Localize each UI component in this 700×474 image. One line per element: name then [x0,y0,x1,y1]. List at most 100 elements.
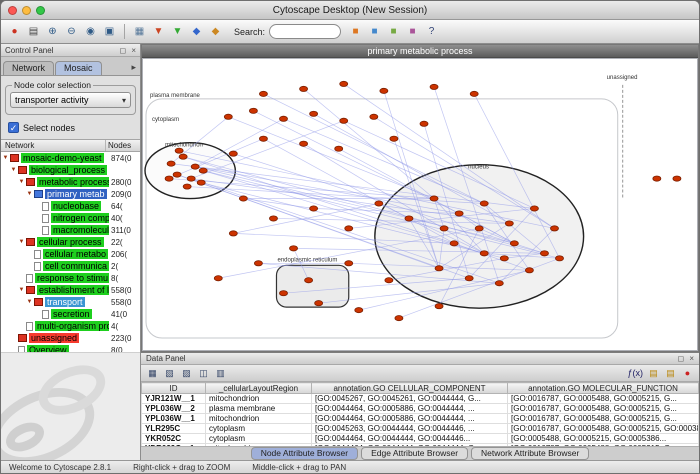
network-node[interactable] [167,161,175,166]
expander-icon[interactable]: ▼ [17,287,26,293]
network-node[interactable] [335,146,343,151]
zoom-fit-icon[interactable]: ▣ [101,23,118,40]
table-cell[interactable]: YLR295C [142,424,206,434]
network-node[interactable] [375,201,383,206]
expander-icon[interactable]: ▼ [25,299,34,305]
network-node[interactable] [345,261,353,266]
tree-row[interactable]: cell communica2( [1,260,140,272]
tree-row[interactable]: ▼metabolic process280(0 [1,176,140,188]
network-node[interactable] [475,226,483,231]
network-node[interactable] [505,221,513,226]
network-node[interactable] [197,180,205,185]
table-cell[interactable]: plasma membrane [206,404,312,414]
mosaic-icon[interactable]: ■ [347,23,364,40]
network-node[interactable] [405,216,413,221]
network-node[interactable] [175,148,183,153]
network-node[interactable] [345,226,353,231]
network-node[interactable] [179,154,187,159]
expander-icon[interactable]: ▼ [25,191,34,197]
network-node[interactable] [420,121,428,126]
network-node[interactable] [224,114,232,119]
network-node[interactable] [305,278,313,283]
network-node[interactable] [279,116,287,121]
network-node[interactable] [165,176,173,181]
network-node[interactable] [430,196,438,201]
network-node[interactable] [495,281,503,286]
table-import-icon[interactable]: ▼ [169,23,186,40]
minimize-window-button[interactable] [22,6,31,15]
table-cell[interactable]: [GO:0016787, GO:0005488, GO:0005215, G..… [508,414,699,424]
network-node[interactable] [259,136,267,141]
table-row[interactable]: YKR052Ccytoplasm[GO:0044464, GO:0044444,… [142,434,699,444]
table-cell[interactable]: YKR052C [142,434,206,444]
tree-row[interactable]: ▼biological_process [1,164,140,176]
tree-row[interactable]: secretion41(0 [1,308,140,320]
expander-icon[interactable]: ▼ [1,155,10,161]
select-attributes-icon[interactable]: ▦ [145,366,160,380]
expander-icon[interactable]: ▼ [17,179,26,185]
table-cell[interactable]: [GO:0044464, GO:0044444, GO:0044446... [312,434,508,444]
zoom-selected-icon[interactable]: ◉ [82,23,99,40]
session-icon[interactable]: ● [6,23,23,40]
plugin-c-icon[interactable]: ■ [404,23,421,40]
close-icon[interactable]: × [689,354,694,363]
table-row[interactable]: YJR121W__1mitochondrion[GO:0045267, GO:0… [142,394,699,404]
network-node[interactable] [530,206,538,211]
table-cell[interactable]: YPL036W__1 [142,414,206,424]
network-node[interactable] [555,256,563,261]
table-row[interactable]: YPL036W__1mitochondrion[GO:0044464, GO:0… [142,414,699,424]
network-node[interactable] [450,241,458,246]
table-cell[interactable]: [GO:0016787, GO:0005488, GO:0005215, GO:… [508,424,699,434]
table-row[interactable]: YLR295Ccytoplasm[GO:0045263, GO:0044444,… [142,424,699,434]
node-color-dropdown[interactable]: transporter activity ▾ [10,92,131,108]
network-node[interactable] [310,111,318,116]
network-node[interactable] [500,256,508,261]
float-icon[interactable]: ◻ [119,46,126,55]
tree-row[interactable]: unassigned223(0 [1,332,140,344]
tree-row[interactable]: multi-organism pro4( [1,320,140,332]
tree-row[interactable]: ▼primary metab209(0 [1,188,140,200]
table-row[interactable]: YPL036W__2plasma membrane[GO:0044464, GO… [142,404,699,414]
network-node[interactable] [183,184,191,189]
table-cell[interactable]: [GO:0016787, GO:0005488, GO:0005215, G..… [508,404,699,414]
network-canvas[interactable]: plasma membrane cytoplasm mitochondrion … [143,59,697,350]
network-node[interactable] [315,301,323,306]
network-node[interactable] [395,316,403,321]
tree-row[interactable]: ▼establishment of lo558(0 [1,284,140,296]
network-node[interactable] [187,176,195,181]
tree-row[interactable]: nucleobase64( [1,200,140,212]
network-node[interactable] [435,266,443,271]
table-cell[interactable]: mitochondrion [206,394,312,404]
close-window-button[interactable] [8,6,17,15]
network-node[interactable] [355,308,363,313]
table-cell[interactable]: mitochondrion [206,414,312,424]
trash-icon[interactable]: ▥ [213,366,228,380]
select-nodes-checkbox[interactable]: ✓ [8,122,19,133]
network-node[interactable] [239,196,247,201]
network-node[interactable] [269,216,277,221]
network-node[interactable] [470,91,478,96]
network-node[interactable] [191,164,199,169]
table-cell[interactable]: [GO:0045263, GO:0044444, GO:0044446, ... [312,424,508,434]
table-cell[interactable]: YJR121W__1 [142,394,206,404]
help-icon[interactable]: ? [423,23,440,40]
network-node[interactable] [300,86,308,91]
network-node[interactable] [229,231,237,236]
network-node[interactable] [465,276,473,281]
tree-row[interactable]: cellular metabo206( [1,248,140,260]
network-node[interactable] [550,226,558,231]
column-header[interactable]: annotation.GO MOLECULAR_FUNCTION [508,383,699,394]
network-node[interactable] [480,201,488,206]
vizmapper-icon[interactable]: ◆ [207,23,224,40]
clear-table-icon[interactable]: ● [680,366,695,380]
column-header[interactable]: annotation.GO CELLULAR_COMPONENT [312,383,508,394]
network-node[interactable] [310,206,318,211]
tree-row[interactable]: Overview8(0 [1,344,140,352]
expander-icon[interactable]: ▼ [9,167,18,173]
overview-icon[interactable]: ▦ [131,23,148,40]
annotation-icon[interactable]: ◆ [188,23,205,40]
search-input[interactable] [269,24,341,39]
network-node[interactable] [390,136,398,141]
network-node[interactable] [199,168,207,173]
table-cell[interactable]: YPL036W__2 [142,404,206,414]
